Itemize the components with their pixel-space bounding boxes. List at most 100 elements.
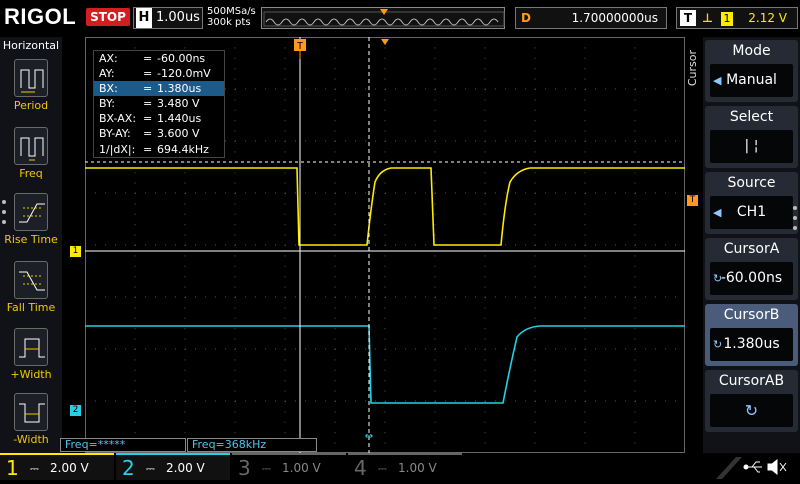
rise-time-label: Rise Time [4, 233, 58, 246]
readout-value: 1.380us [157, 82, 202, 96]
readout-value: 3.480 V [157, 97, 200, 111]
usb-icon [743, 461, 762, 473]
source-value: ◀ CH1 [710, 196, 793, 229]
cursor-ab-title: CursorAB [718, 373, 785, 389]
menu-page-dot [793, 216, 797, 220]
knob-icon: ◀ [713, 74, 722, 87]
select-button[interactable]: Select | ¦ [705, 106, 798, 168]
ch2-offset-marker[interactable]: 2 [70, 405, 81, 416]
cursor-a-value: ↻ -60.00ns [710, 262, 793, 295]
channel-scale: 1.00 V [282, 461, 321, 475]
frequency-counter-right: Freq=368kHz [187, 438, 317, 452]
coupling-icon: ⎓ [30, 462, 39, 475]
acquisition-info: 500MSa/s 300k pts [207, 6, 256, 28]
readout-equals: = [143, 97, 153, 111]
channel-status-bar: 1 ⎓ 2.00 V 2 ⎓ 2.00 V 3 ⎓ 1.00 V 4 ⎓ 1.00 V [0, 453, 800, 480]
cursor-menu: Mode ◀ Manual Select | ¦ Source ◀ CH1 Curs… [703, 37, 800, 453]
period-label: Period [13, 99, 49, 112]
rotate-knob-icon: ↻ [713, 338, 723, 351]
readout-key: AX: [99, 52, 118, 65]
readout-key: AY: [99, 67, 115, 81]
freq-button[interactable]: Freq [0, 123, 62, 189]
ch1-offset-marker[interactable]: 1 [70, 246, 81, 257]
rise-time-icon [14, 193, 48, 231]
menu-page-dot [2, 200, 6, 204]
delay-value: 1.70000000us [571, 11, 658, 25]
menu-tab-icon [716, 457, 742, 479]
fall-time-label: Fall Time [6, 301, 56, 314]
cursor-readout-panel: AX: = -60.00ns AY: = -120.0mV BX: = 1.380us BY: = 3… [93, 50, 225, 158]
cursor-a-title: CursorA [723, 241, 780, 257]
trigger-source: 1 [720, 11, 733, 26]
cursor-readout-row: AY: = -120.0mV [94, 66, 224, 81]
top-status-bar: RIGOL STOP H 1.00us 500MSa/s 300k pts D 1… [0, 0, 800, 36]
fall-time-icon [14, 261, 48, 299]
plus-width-label: +Width [10, 368, 52, 381]
select-title: Select [729, 109, 774, 125]
readout-key: BX-AX: [99, 112, 137, 126]
freq-label: Freq [19, 167, 43, 180]
trigger-edge-icon: ⊥ [702, 11, 713, 25]
plus-width-button[interactable]: +Width [0, 324, 62, 390]
rotate-knob-icon: ↻ [713, 272, 723, 285]
cursor-readout-row: BY: = 3.480 V [94, 96, 224, 111]
mode-button[interactable]: Mode ◀ Manual [705, 40, 798, 102]
minus-width-button[interactable]: -Width [0, 389, 62, 455]
fall-time-button[interactable]: Fall Time [0, 257, 62, 323]
channel-1-status[interactable]: 1 ⎓ 2.00 V [0, 453, 114, 480]
cursor-b-title: CursorB [723, 307, 780, 323]
trigger-label: T [680, 10, 696, 26]
timebase-box[interactable]: H 1.00us [133, 7, 203, 29]
horizontal-measure-menu: Horizontal Period Freq Rise Time Fall Ti… [0, 37, 62, 453]
source-title: Source [727, 175, 776, 191]
cursor-b-arrow-icon: ↔ [365, 431, 373, 442]
channel-3-status[interactable]: 3 ⎓ 1.00 V [232, 453, 346, 480]
trigger-box[interactable]: T ⊥ 1 2.12 V [676, 7, 798, 29]
readout-value: -120.0mV [157, 67, 211, 81]
waveform-overview[interactable] [261, 7, 505, 29]
cursor-a-button[interactable]: CursorA ↻ -60.00ns [705, 238, 798, 300]
source-button[interactable]: Source ◀ CH1 [705, 172, 798, 234]
coupling-icon: ⎓ [378, 462, 387, 475]
readout-value: 3.600 V [157, 127, 200, 141]
coupling-icon: ⎓ [146, 462, 155, 475]
readout-equals: = [143, 112, 153, 126]
period-icon [14, 59, 48, 97]
channel-2-status[interactable]: 2 ⎓ 2.00 V [116, 453, 230, 480]
sample-rate: 500MSa/s [207, 6, 256, 17]
readout-key: 1/|dX|: [99, 142, 136, 156]
menu-page-dot [2, 220, 6, 224]
readout-equals: = [143, 67, 153, 81]
cursor-b-value: ↻ 1.380us [710, 328, 793, 361]
svg-text:T: T [297, 41, 303, 52]
readout-equals: = [143, 127, 153, 141]
channel-number: 2 [122, 456, 135, 480]
channel-4-status[interactable]: 4 ⎓ 1.00 V [348, 453, 462, 480]
cursor-readout-row: BX: = 1.380us [94, 81, 224, 97]
rise-time-button[interactable]: Rise Time [0, 189, 62, 255]
period-button[interactable]: Period [0, 55, 62, 121]
cursor-readout-row: AX: = -60.00ns [94, 51, 224, 66]
speaker-muted-icon [767, 458, 787, 476]
cursor-ab-button[interactable]: CursorAB ↻ [705, 370, 798, 432]
channel-scale: 2.00 V [50, 461, 89, 475]
memory-depth: 300k pts [207, 17, 251, 28]
run-stop-indicator[interactable]: STOP [86, 8, 130, 26]
readout-value: 694.4kHz [157, 142, 209, 156]
left-menu-title: Horizontal [2, 39, 60, 52]
trigger-level-marker[interactable]: T [687, 195, 698, 206]
freq-icon [14, 127, 48, 165]
menu-page-dot [793, 226, 797, 230]
delay-box[interactable]: D 1.70000000us [515, 7, 667, 29]
readout-value: -60.00ns [157, 52, 206, 65]
mode-title: Mode [732, 43, 771, 59]
mode-value: ◀ Manual [710, 64, 793, 97]
readout-key: BY-AY: [99, 127, 131, 141]
channel-scale: 1.00 V [398, 461, 437, 475]
frequency-counter-left: Freq=***** [60, 438, 186, 452]
rigol-logo: RIGOL [4, 4, 77, 29]
select-value: | ¦ [710, 130, 793, 163]
channel-number: 3 [238, 456, 251, 480]
cursor-b-button[interactable]: CursorB ↻ 1.380us [705, 304, 798, 366]
readout-key: BY: [99, 97, 115, 111]
